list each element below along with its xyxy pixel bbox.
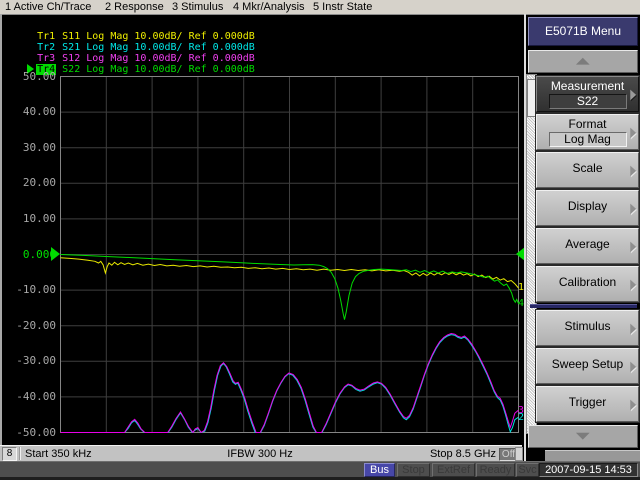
softkey-label: Format — [537, 117, 638, 131]
softkey-sweep-setup[interactable]: Sweep Setup ▶ — [536, 348, 639, 384]
badge-bus: Bus — [364, 463, 395, 477]
left-frame — [0, 14, 2, 445]
scrollbar-thumb[interactable] — [527, 79, 536, 117]
legend-trace-4[interactable]: Tr4S22 Log Mag 10.00dB/ Ref 0.000dB — [3, 53, 255, 64]
softkey-label: Display — [537, 191, 638, 221]
menu-scroll-up-button[interactable]: ▲ — [528, 50, 638, 73]
datetime-display: 2007-09-15 14:53 — [539, 463, 638, 477]
menu-bar: 1 Active Ch/Trace 2 Response 3 Stimulus … — [0, 0, 640, 15]
system-status-bar: Bus Stop ExtRef Ready Svc 2007-09-15 14:… — [0, 461, 640, 478]
softkey-menu-title: E5071B Menu — [528, 17, 638, 46]
status-separator — [19, 447, 21, 460]
start-frequency-label: Start 350 kHz — [25, 447, 92, 461]
legend-trace-3[interactable]: Tr3S12 Log Mag 10.00dB/ Ref 0.000dB — [3, 42, 255, 53]
submenu-arrow-icon: ▶ — [630, 200, 636, 216]
ifbw-label: IFBW 300 Hz — [195, 447, 325, 461]
menu-instr-state[interactable]: 5 Instr State — [313, 0, 372, 14]
submenu-arrow-icon: ▶ — [630, 276, 636, 292]
softkey-display[interactable]: Display ▶ — [536, 190, 639, 226]
submenu-arrow-icon: ▶ — [630, 396, 636, 412]
badge-svc: Svc — [516, 463, 539, 477]
badge-ready: Ready — [476, 463, 515, 477]
submenu-arrow-icon: ▶ — [630, 238, 636, 254]
channel-number-box: 8 — [2, 447, 17, 461]
status-end-box — [515, 447, 523, 461]
softkey-label: Sweep Setup — [537, 349, 638, 379]
ref-level-marker-left-icon — [51, 247, 60, 261]
softkey-label: Average — [537, 229, 638, 259]
instrument-status-bar: 8 Start 350 kHz IFBW 300 Hz Stop 8.5 GHz… — [0, 445, 522, 462]
legend-trace-2[interactable]: Tr2S21 Log Mag 10.00dB/ Ref 0.000dB — [3, 31, 255, 42]
softkey-scale[interactable]: Scale ▶ — [536, 152, 639, 188]
menu-scroll-down-button[interactable]: ▼ — [528, 425, 638, 448]
submenu-arrow-icon: ▶ — [630, 320, 636, 336]
menu-mkr-analysis[interactable]: 4 Mkr/Analysis — [233, 0, 305, 14]
softkey-label: Scale — [537, 153, 638, 183]
softkey-value: Log Mag — [549, 132, 627, 147]
softkey-label: Calibration — [537, 267, 638, 297]
softkey-calibration[interactable]: Calibration ▶ — [536, 266, 639, 302]
softkey-average[interactable]: Average ▶ — [536, 228, 639, 264]
sidebar-bottom-frame — [545, 450, 640, 461]
submenu-arrow-icon: ▶ — [630, 124, 636, 140]
submenu-arrow-icon: ▶ — [630, 86, 636, 102]
badge-stop: Stop — [397, 463, 430, 477]
softkey-label: Stimulus — [537, 311, 638, 341]
scroll-up-icon: ▲ — [576, 52, 590, 71]
softkey-format[interactable]: Format Log Mag ▶ — [536, 114, 639, 150]
softkey-label: Measurement — [537, 79, 638, 93]
menu-stimulus[interactable]: 3 Stimulus — [172, 0, 223, 14]
submenu-arrow-icon: ▶ — [630, 162, 636, 178]
softkey-group-separator — [530, 304, 637, 308]
stop-frequency-label: Stop 8.5 GHz — [400, 447, 496, 461]
softkey-label: Trigger — [537, 387, 638, 417]
sparameter-plot — [60, 76, 519, 433]
legend-trace-1[interactable]: Tr1S11 Log Mag 10.00dB/ Ref 0.000dB — [3, 20, 255, 31]
scroll-down-icon: ▼ — [576, 427, 590, 446]
softkey-stimulus[interactable]: Stimulus ▶ — [536, 310, 639, 346]
badge-extref: ExtRef — [432, 463, 475, 477]
submenu-arrow-icon: ▶ — [630, 358, 636, 374]
softkey-trigger[interactable]: Trigger ▶ — [536, 386, 639, 422]
analyzer-window: 1 Active Ch/Trace 2 Response 3 Stimulus … — [0, 0, 640, 480]
menu-active-ch-trace[interactable]: 1 Active Ch/Trace — [5, 0, 91, 14]
menu-response[interactable]: 2 Response — [105, 0, 164, 14]
softkey-value: S22 — [549, 94, 627, 109]
trace-settings: S22 Log Mag 10.00dB/ Ref 0.000dB — [56, 64, 255, 75]
softkey-measurement[interactable]: Measurement S22 ▶ — [536, 76, 639, 112]
